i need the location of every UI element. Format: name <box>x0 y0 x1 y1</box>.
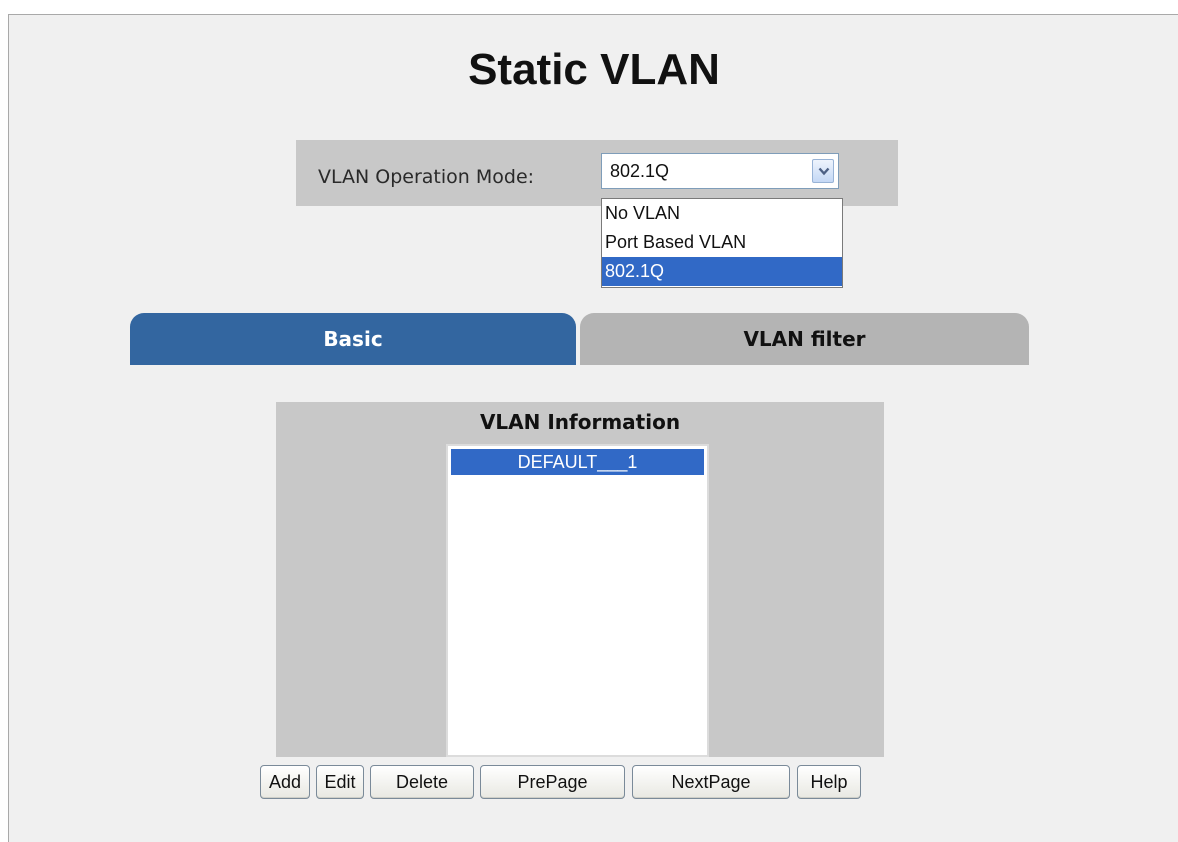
dropdown-arrow-button[interactable] <box>812 159 834 183</box>
tab-bar: Basic VLAN filter <box>130 313 1029 365</box>
nextpage-button[interactable]: NextPage <box>632 765 790 799</box>
prepage-button[interactable]: PrePage <box>480 765 625 799</box>
vlan-mode-label: VLAN Operation Mode: <box>318 166 535 188</box>
vlan-mode-bar: VLAN Operation Mode: 802.1Q <box>296 140 898 206</box>
vlan-mode-selected-value: 802.1Q <box>610 161 670 181</box>
vlan-mode-dropdown-list: No VLAN Port Based VLAN 802.1Q <box>601 198 843 288</box>
edit-button[interactable]: Edit <box>316 765 364 799</box>
help-button[interactable]: Help <box>797 765 861 799</box>
vlan-list[interactable]: DEFAULT___1 <box>446 444 709 757</box>
add-button[interactable]: Add <box>260 765 310 799</box>
delete-button[interactable]: Delete <box>370 765 474 799</box>
dropdown-option-no-vlan[interactable]: No VLAN <box>602 199 842 228</box>
vlan-information-panel: VLAN Information DEFAULT___1 <box>276 402 884 757</box>
dropdown-option-802-1q[interactable]: 802.1Q <box>602 257 842 286</box>
tab-vlan-filter[interactable]: VLAN filter <box>580 313 1029 365</box>
vlan-information-title: VLAN Information <box>479 410 681 434</box>
vlan-mode-select[interactable]: 802.1Q <box>601 153 839 189</box>
dropdown-option-port-based-vlan[interactable]: Port Based VLAN <box>602 228 842 257</box>
content-frame: Static VLAN VLAN Operation Mode: 802.1Q … <box>8 14 1178 842</box>
list-item[interactable]: DEFAULT___1 <box>451 449 704 475</box>
page-title: Static VLAN <box>468 45 720 94</box>
tab-basic[interactable]: Basic <box>130 313 576 365</box>
chevron-down-icon <box>818 167 830 176</box>
